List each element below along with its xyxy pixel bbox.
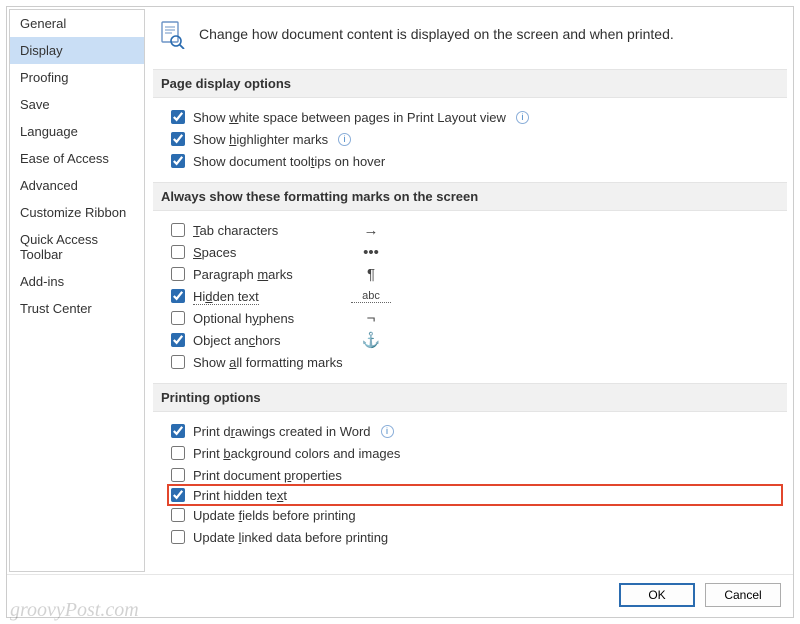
opt-spaces: Spaces ••• [171,241,779,263]
opt-paragraph-marks-symbol: ¶ [351,266,391,283]
opt-show-all-marks-label: Show all formatting marks [193,355,343,370]
opt-hidden-text-label: Hidden text [193,289,343,304]
sidebar-item-language[interactable]: Language [10,118,144,145]
opt-print-drawings: Print drawings created in Word i [171,420,779,442]
opt-tab-chars-symbol: → [351,222,391,239]
sidebar-item-advanced[interactable]: Advanced [10,172,144,199]
opt-highlighter-checkbox[interactable] [171,132,185,146]
info-icon[interactable]: i [381,425,394,438]
section-formatting-marks-title: Always show these formatting marks on th… [153,182,787,211]
info-icon[interactable]: i [516,111,529,124]
opt-update-linked-label: Update linked data before printing [193,530,388,545]
opt-object-anchors-label: Object anchors [193,333,343,348]
sidebar-item-save[interactable]: Save [10,91,144,118]
opt-object-anchors: Object anchors ⚓ [171,329,779,351]
opt-spaces-checkbox[interactable] [171,245,185,259]
opt-paragraph-marks-checkbox[interactable] [171,267,185,281]
content-panel: Change how document content is displayed… [147,7,793,574]
section-printing-title: Printing options [153,383,787,412]
opt-spaces-symbol: ••• [351,244,391,261]
opt-print-drawings-checkbox[interactable] [171,424,185,438]
sidebar-item-proofing[interactable]: Proofing [10,64,144,91]
opt-spaces-label: Spaces [193,245,343,260]
opt-paragraph-marks: Paragraph marks ¶ [171,263,779,285]
sidebar-item-add-ins[interactable]: Add-ins [10,268,144,295]
opt-object-anchors-checkbox[interactable] [171,333,185,347]
opt-update-fields-label: Update fields before printing [193,508,356,523]
sidebar-item-ease-of-access[interactable]: Ease of Access [10,145,144,172]
opt-print-drawings-label: Print drawings created in Word [193,424,371,439]
opt-tab-chars-checkbox[interactable] [171,223,185,237]
opt-highlighter: Show highlighter marks i [171,128,779,150]
section-page-display-title: Page display options [153,69,787,98]
opt-highlighter-label: Show highlighter marks [193,132,328,147]
opt-print-background: Print background colors and images [171,442,779,464]
opt-print-hidden-text: Print hidden text [167,484,783,506]
opt-tab-chars: Tab characters → [171,219,779,241]
sidebar-item-customize-ribbon[interactable]: Customize Ribbon [10,199,144,226]
opt-hidden-text: Hidden text abc [171,285,779,307]
sidebar-item-general[interactable]: General [10,10,144,37]
opt-print-background-label: Print background colors and images [193,446,400,461]
opt-tab-chars-label: Tab characters [193,223,343,238]
sidebar-item-display[interactable]: Display [10,37,144,64]
opt-paragraph-marks-label: Paragraph marks [193,267,343,282]
opt-print-properties: Print document properties [171,464,779,486]
opt-update-fields: Update fields before printing [171,504,779,526]
opt-tooltips: Show document tooltips on hover [171,150,779,172]
opt-optional-hyphens-checkbox[interactable] [171,311,185,325]
opt-tooltips-label: Show document tooltips on hover [193,154,385,169]
ok-button[interactable]: OK [619,583,695,607]
opt-hidden-text-symbol: abc [351,290,391,303]
opt-print-hidden-text-checkbox[interactable] [171,488,185,502]
sidebar-item-quick-access-toolbar[interactable]: Quick Access Toolbar [10,226,144,268]
opt-tooltips-checkbox[interactable] [171,154,185,168]
opt-update-linked-checkbox[interactable] [171,530,185,544]
info-icon[interactable]: i [338,133,351,146]
cancel-button[interactable]: Cancel [705,583,781,607]
opt-white-space-checkbox[interactable] [171,110,185,124]
opt-print-properties-checkbox[interactable] [171,468,185,482]
opt-white-space-label: Show white space between pages in Print … [193,110,506,125]
opt-show-all-marks-checkbox[interactable] [171,355,185,369]
opt-print-hidden-text-label: Print hidden text [193,488,287,503]
opt-optional-hyphens: Optional hyphens ¬ [171,307,779,329]
sidebar-item-trust-center[interactable]: Trust Center [10,295,144,322]
opt-show-all-marks: Show all formatting marks [171,351,779,373]
opt-optional-hyphens-symbol: ¬ [351,310,391,327]
opt-update-fields-checkbox[interactable] [171,508,185,522]
opt-update-linked: Update linked data before printing [171,526,779,548]
sidebar: GeneralDisplayProofingSaveLanguageEase o… [9,9,145,572]
display-options-icon [157,19,187,49]
header-text: Change how document content is displayed… [199,26,674,42]
opt-white-space: Show white space between pages in Print … [171,106,779,128]
opt-print-properties-label: Print document properties [193,468,342,483]
opt-print-background-checkbox[interactable] [171,446,185,460]
opt-hidden-text-checkbox[interactable] [171,289,185,303]
opt-object-anchors-symbol: ⚓ [351,331,391,349]
opt-optional-hyphens-label: Optional hyphens [193,311,343,326]
